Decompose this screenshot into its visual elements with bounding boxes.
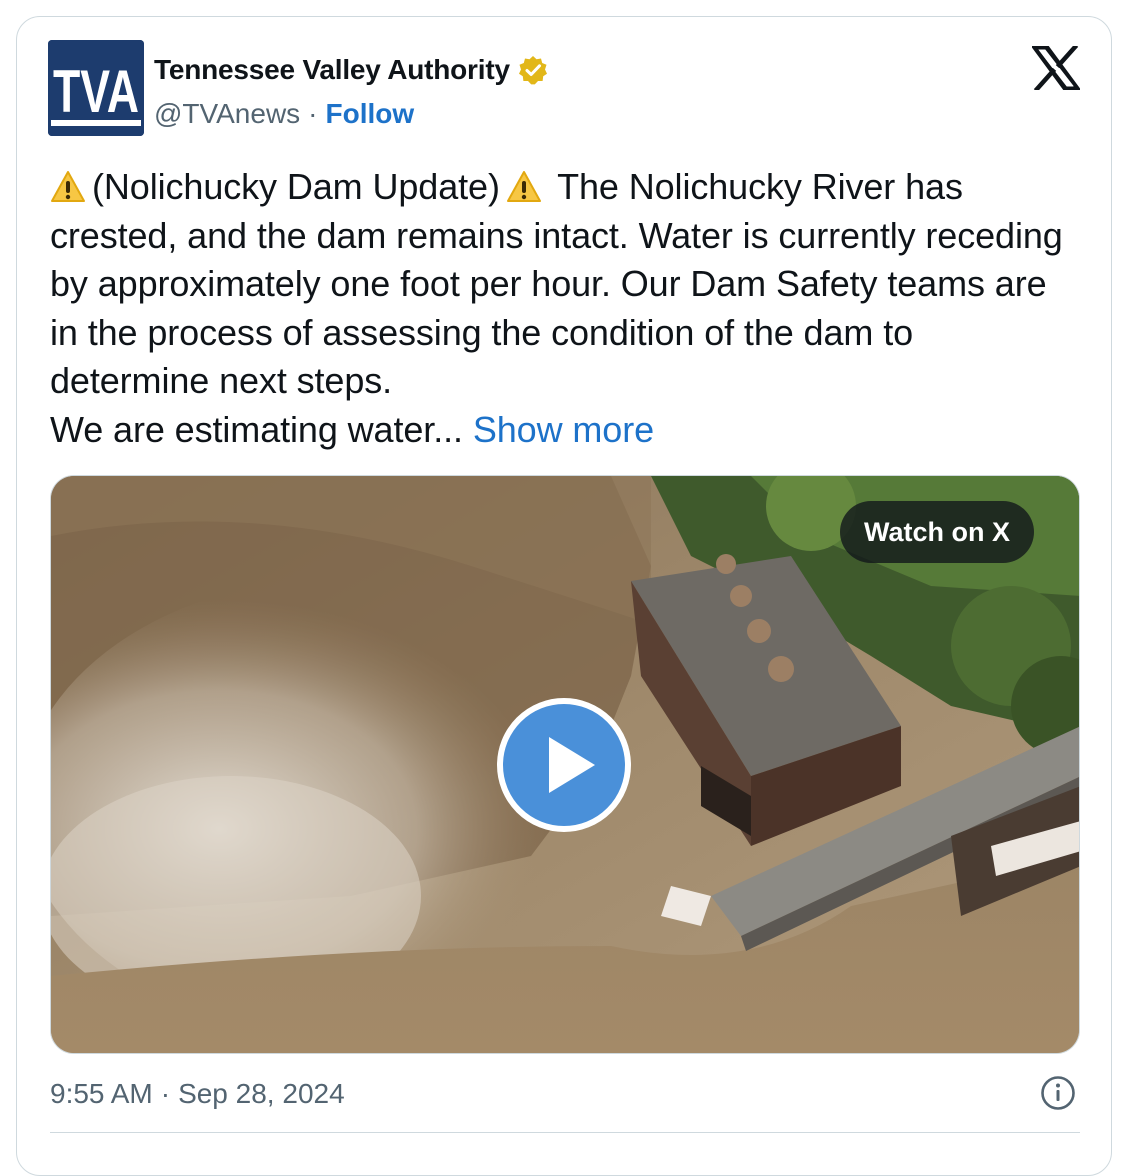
display-name[interactable]: Tennessee Valley Authority	[154, 54, 510, 86]
verified-gold-icon	[518, 55, 548, 85]
tweet-paragraph-2: We are estimating water... Show more	[50, 406, 1080, 455]
name-row: Tennessee Valley Authority	[154, 52, 548, 88]
show-more-link[interactable]: Show more	[473, 409, 654, 450]
follow-button[interactable]: Follow	[326, 98, 415, 130]
x-logo-icon[interactable]	[1032, 46, 1080, 90]
tweet-date: Sep 28, 2024	[178, 1078, 345, 1109]
warning-icon	[506, 168, 542, 202]
tweet-paragraph-1: (Nolichucky Dam Update) The Nolichucky R…	[50, 163, 1080, 406]
separator: ·	[308, 98, 318, 129]
play-icon[interactable]	[497, 698, 631, 832]
tweet-truncated: We are estimating water...	[50, 408, 463, 450]
info-icon[interactable]	[1040, 1075, 1076, 1111]
timestamp[interactable]: 9:55 AM · Sep 28, 2024	[50, 1074, 345, 1114]
tva-logo-avatar[interactable]: TVA	[48, 40, 144, 136]
tweet-title: (Nolichucky Dam Update)	[92, 166, 500, 207]
warning-icon	[50, 168, 86, 202]
divider	[50, 1132, 1080, 1133]
logo-text: TVA	[53, 58, 139, 125]
tweet-text: (Nolichucky Dam Update) The Nolichucky R…	[50, 163, 1080, 454]
handle[interactable]: @TVAnews	[154, 98, 300, 130]
handle-row: @TVAnews · Follow	[154, 96, 414, 132]
tweet-time: 9:55 AM	[50, 1078, 153, 1109]
watch-on-x-button[interactable]: Watch on X	[840, 501, 1034, 563]
separator: ·	[160, 1078, 171, 1109]
